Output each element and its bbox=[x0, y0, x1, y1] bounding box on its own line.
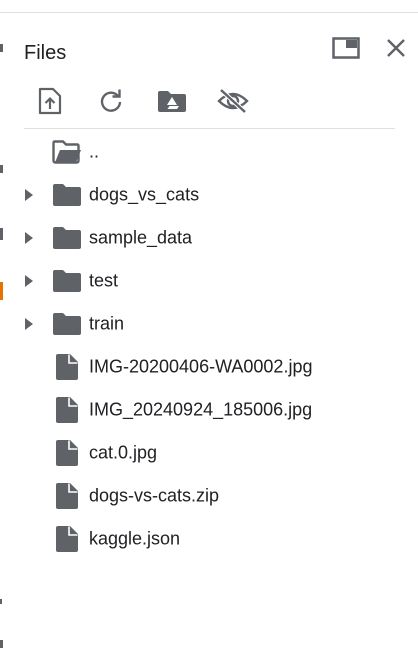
folder-icon bbox=[52, 268, 82, 294]
panel-title: Files bbox=[24, 42, 67, 64]
file-icon bbox=[52, 353, 82, 380]
expand-caret-icon[interactable] bbox=[24, 231, 34, 245]
folder-icon bbox=[52, 225, 82, 251]
folder-icon bbox=[52, 311, 82, 337]
file-label: IMG_20240924_185006.jpg bbox=[89, 399, 313, 419]
close-icon bbox=[387, 39, 405, 57]
parent-folder-label: .. bbox=[89, 141, 100, 161]
folder-row[interactable]: sample_data bbox=[0, 216, 418, 259]
hide-files-button[interactable] bbox=[215, 84, 251, 118]
file-row[interactable]: cat.0.jpg bbox=[0, 431, 418, 474]
folder-row[interactable]: test bbox=[0, 259, 418, 302]
upload-button[interactable] bbox=[32, 84, 68, 118]
files-panel: Files .. dogs_vs_cats sample_data test t… bbox=[0, 0, 418, 649]
mount-drive-button[interactable] bbox=[154, 84, 190, 118]
open-in-tab-icon bbox=[332, 37, 360, 59]
file-row[interactable]: kaggle.json bbox=[0, 517, 418, 560]
folder-label: test bbox=[89, 270, 119, 290]
folder-row[interactable]: train bbox=[0, 302, 418, 345]
file-label: dogs-vs-cats.zip bbox=[89, 485, 220, 505]
parent-folder-row[interactable]: .. bbox=[0, 130, 418, 173]
file-label: kaggle.json bbox=[89, 528, 181, 548]
folder-open-icon bbox=[52, 139, 82, 165]
expand-caret-icon[interactable] bbox=[24, 274, 34, 288]
folder-row[interactable]: dogs_vs_cats bbox=[0, 173, 418, 216]
close-button[interactable] bbox=[380, 34, 412, 62]
refresh-icon bbox=[100, 89, 122, 112]
upload-icon bbox=[38, 87, 62, 115]
file-icon bbox=[52, 439, 82, 466]
folder-label: sample_data bbox=[89, 227, 193, 247]
file-row[interactable]: IMG-20200406-WA0002.jpg bbox=[0, 345, 418, 388]
open-in-tab-button[interactable] bbox=[330, 34, 362, 62]
folder-label: dogs_vs_cats bbox=[89, 184, 200, 204]
file-label: IMG-20200406-WA0002.jpg bbox=[89, 356, 313, 376]
expand-caret-icon[interactable] bbox=[24, 317, 34, 331]
refresh-button[interactable] bbox=[93, 84, 129, 118]
file-tree: .. dogs_vs_cats sample_data test train I… bbox=[0, 130, 418, 560]
file-toolbar bbox=[32, 84, 276, 118]
file-icon bbox=[52, 482, 82, 509]
file-icon bbox=[52, 396, 82, 423]
folder-icon bbox=[52, 182, 82, 208]
file-row[interactable]: IMG_20240924_185006.jpg bbox=[0, 388, 418, 431]
top-border bbox=[0, 12, 418, 13]
expand-caret-icon[interactable] bbox=[24, 188, 34, 202]
hide-files-icon bbox=[217, 88, 249, 114]
file-icon bbox=[52, 525, 82, 552]
folder-label: train bbox=[89, 313, 125, 333]
mount-drive-icon bbox=[158, 91, 186, 112]
toolbar-divider bbox=[24, 128, 395, 129]
file-row[interactable]: dogs-vs-cats.zip bbox=[0, 474, 418, 517]
file-label: cat.0.jpg bbox=[89, 442, 158, 462]
